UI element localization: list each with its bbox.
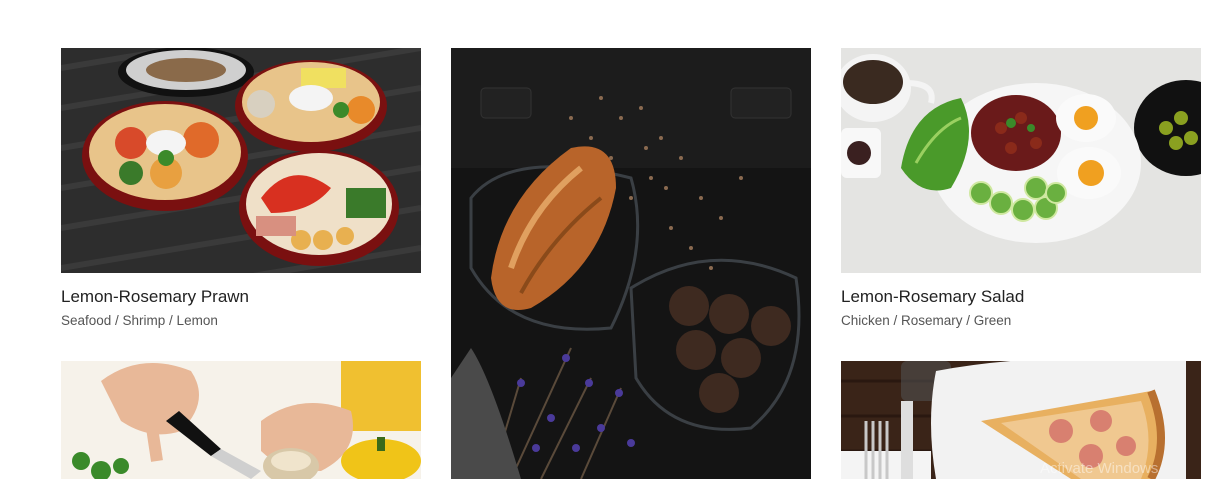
croissant-and-meatballs-image [451,48,811,479]
card-image-lemon-rosemary-salad[interactable] [841,48,1201,273]
card-image-chopping[interactable] [61,361,421,479]
chopping-mushrooms-image [61,361,421,479]
card-title[interactable]: Lemon-Rosemary Salad [841,287,1024,307]
card-image-croissant[interactable] [451,48,811,479]
card-tags: Seafood / Shrimp / Lemon [61,313,218,328]
card-title[interactable]: Lemon-Rosemary Prawn [61,287,249,307]
card-tags: Chicken / Rosemary / Green [841,313,1012,328]
salad-with-eggs-image [841,48,1201,273]
activate-windows-watermark: Activate Windows [1040,460,1159,477]
seafood-platter-image [61,48,421,273]
card-image-lemon-rosemary-prawn[interactable] [61,48,421,273]
